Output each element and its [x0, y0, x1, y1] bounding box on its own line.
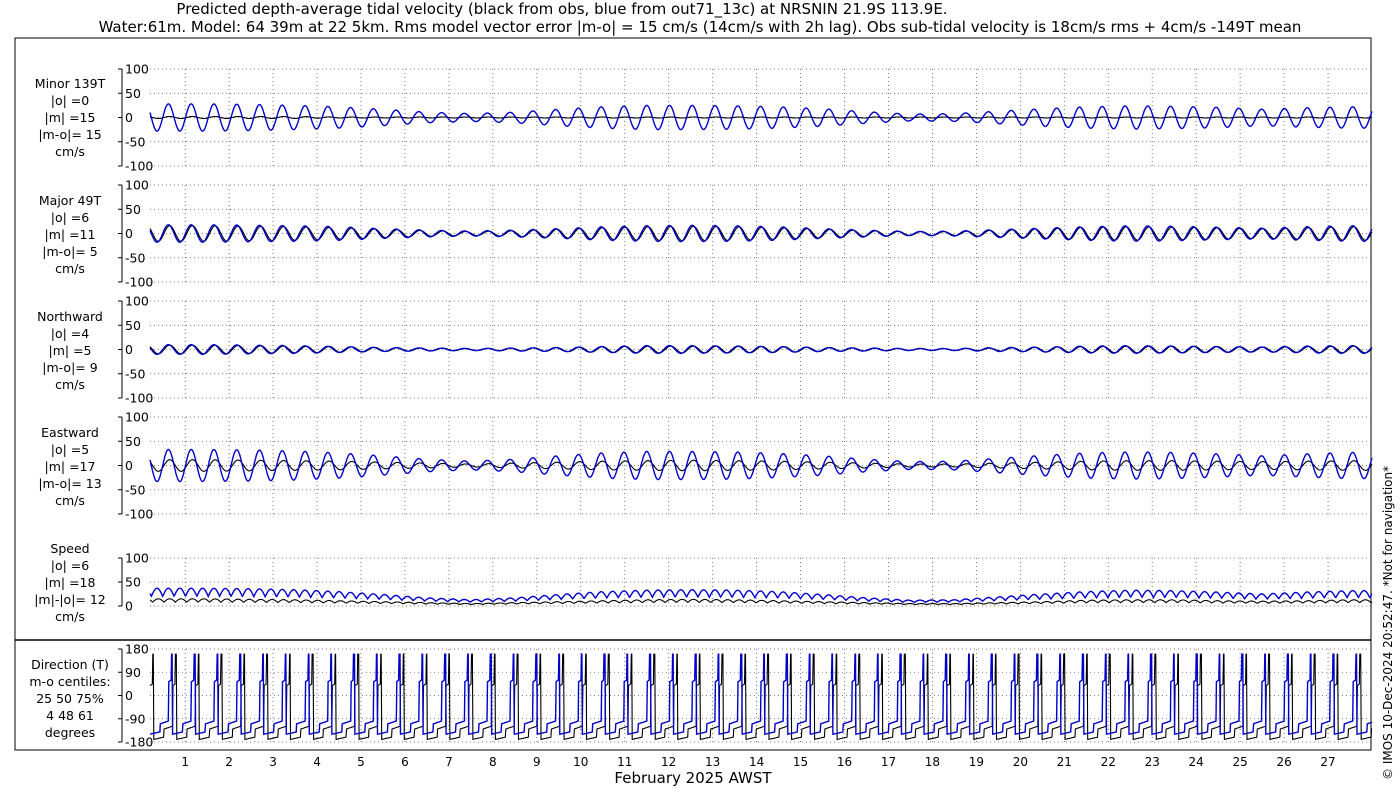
y-tick-label: -50	[125, 482, 145, 497]
x-tick-label: 8	[489, 755, 497, 769]
panel-northward: Northward |o| =4 |m| =5 |m-o|= 9 cm/s 100 50 0 -…	[37, 294, 1373, 406]
x-tick-label: 4	[313, 755, 321, 769]
y-tick-label: 0	[125, 110, 133, 125]
y-tick-label: -180	[125, 735, 153, 750]
y-tick-label: -100	[125, 275, 153, 290]
y-tick-label: -100	[125, 507, 153, 522]
x-tick-label: 26	[1276, 755, 1291, 769]
y-tick-label: 0	[125, 342, 133, 357]
x-tick-label: 13	[705, 755, 720, 769]
panel-label: |o| =6	[51, 558, 90, 573]
panel-minor: Minor 139T |o| =0 |m| =15 |m-o|= 15 cm/s 100 5…	[35, 62, 1373, 174]
x-axis-label: February 2025 AWST	[614, 769, 772, 787]
panel-label: cm/s	[55, 493, 85, 508]
y-tick-label: -100	[125, 391, 153, 406]
x-tick-label: 18	[925, 755, 940, 769]
y-tick-label: 50	[125, 575, 141, 590]
x-tick-label: 21	[1057, 755, 1072, 769]
panel-label: Speed	[50, 541, 89, 556]
y-tick-label: 50	[125, 202, 141, 217]
panel-label: Eastward	[41, 425, 99, 440]
panel-speed: Speed |o| =6 |m| =18 |m|-|o|= 12 cm/s 100 50 0	[34, 541, 1373, 624]
x-tick-label: 7	[445, 755, 453, 769]
panel-direction: Direction (T) m-o centiles: 25 50 75% 4 48 …	[29, 642, 1373, 750]
panel-label: Northward	[37, 309, 103, 324]
y-tick-label: 100	[125, 551, 149, 566]
x-tick-label: 12	[661, 755, 676, 769]
y-tick-label: 50	[125, 434, 141, 449]
y-tick-label: 90	[125, 665, 141, 680]
panel-label: cm/s	[55, 144, 85, 159]
panel-label: 4 48 61	[46, 708, 94, 723]
x-tick-label: 5	[357, 755, 365, 769]
x-tick-label: 19	[969, 755, 984, 769]
x-tick-label: 27	[1320, 755, 1335, 769]
x-tick-label: 1	[181, 755, 189, 769]
series-line-blue	[149, 653, 1373, 736]
panel-label: |o| =6	[51, 210, 90, 225]
panel-label: |m| =17	[45, 459, 96, 474]
panel-label: 25 50 75%	[36, 691, 104, 706]
x-tick-label: 11	[617, 755, 632, 769]
y-tick-label: 180	[125, 642, 149, 657]
x-tick-label: 25	[1232, 755, 1247, 769]
y-tick-label: -100	[125, 159, 153, 174]
x-tick-label: 24	[1189, 755, 1204, 769]
x-tick-label: 22	[1101, 755, 1116, 769]
panel-label: Major 49T	[39, 193, 102, 208]
panel-label: |m| =18	[45, 575, 96, 590]
y-tick-label: 0	[125, 688, 133, 703]
y-tick-label: 0	[125, 226, 133, 241]
x-tick-label: 17	[881, 755, 896, 769]
y-tick-label: 50	[125, 318, 141, 333]
x-tick-label: 3	[269, 755, 277, 769]
x-tick-label: 2	[225, 755, 233, 769]
x-tick-label: 6	[401, 755, 409, 769]
panel-label: |m-o|= 5	[42, 244, 97, 259]
panel-eastward: Eastward |o| =5 |m| =17 |m-o|= 13 cm/s 100 50 0…	[38, 410, 1373, 522]
panel-label: Minor 139T	[35, 76, 106, 91]
x-tick-label: 20	[1013, 755, 1028, 769]
panel-major: Major 49T |o| =6 |m| =11 |m-o|= 5 cm/s 100 50 0…	[39, 178, 1373, 290]
y-tick-label: -90	[125, 711, 145, 726]
panel-label: |m-o|= 15	[38, 127, 101, 142]
series-line-black	[149, 598, 1373, 606]
y-tick-label: 0	[125, 599, 133, 614]
panel-label: |m| =15	[45, 110, 96, 125]
y-tick-label: -50	[125, 366, 145, 381]
panel-label: |o| =5	[51, 442, 89, 457]
y-tick-label: 100	[125, 178, 149, 193]
x-tick-label: 14	[749, 755, 764, 769]
y-tick-label: 0	[125, 458, 133, 473]
y-tick-label: -50	[125, 134, 145, 149]
panel-label: cm/s	[55, 377, 85, 392]
panel-label: |m| =5	[49, 343, 92, 358]
x-tick-label: 16	[837, 755, 852, 769]
panel-label: m-o centiles:	[29, 674, 110, 689]
y-tick-label: 100	[125, 62, 149, 77]
panel-label: |m-o|= 9	[42, 360, 97, 375]
panel-label: degrees	[45, 725, 95, 740]
panel-label: |m-o|= 13	[38, 476, 101, 491]
y-tick-label: 50	[125, 86, 141, 101]
panel-label: |m|-|o|= 12	[34, 592, 106, 607]
y-tick-label: 100	[125, 410, 149, 425]
panel-label: |o| =4	[51, 326, 90, 341]
x-tick-label: 15	[793, 755, 808, 769]
panel-label: |o| =0	[51, 93, 90, 108]
panel-label: Direction (T)	[31, 657, 109, 672]
y-tick-label: 100	[125, 294, 149, 309]
x-tick-label: 23	[1145, 755, 1160, 769]
panel-label: cm/s	[55, 609, 85, 624]
panel-label: cm/s	[55, 261, 85, 276]
panel-label: |m| =11	[45, 227, 96, 242]
y-tick-label: -50	[125, 250, 145, 265]
figure-frame	[14, 37, 1372, 751]
x-tick-label: 10	[573, 755, 588, 769]
tidal-velocity-plot: Minor 139T|o| =0|m| =15|m-o|= 15cm/s1005…	[14, 37, 1395, 787]
x-tick-label: 9	[533, 755, 541, 769]
copyright-text: © IMOS 10-Dec-2024 20:52:47. *Not for na…	[1381, 466, 1395, 780]
